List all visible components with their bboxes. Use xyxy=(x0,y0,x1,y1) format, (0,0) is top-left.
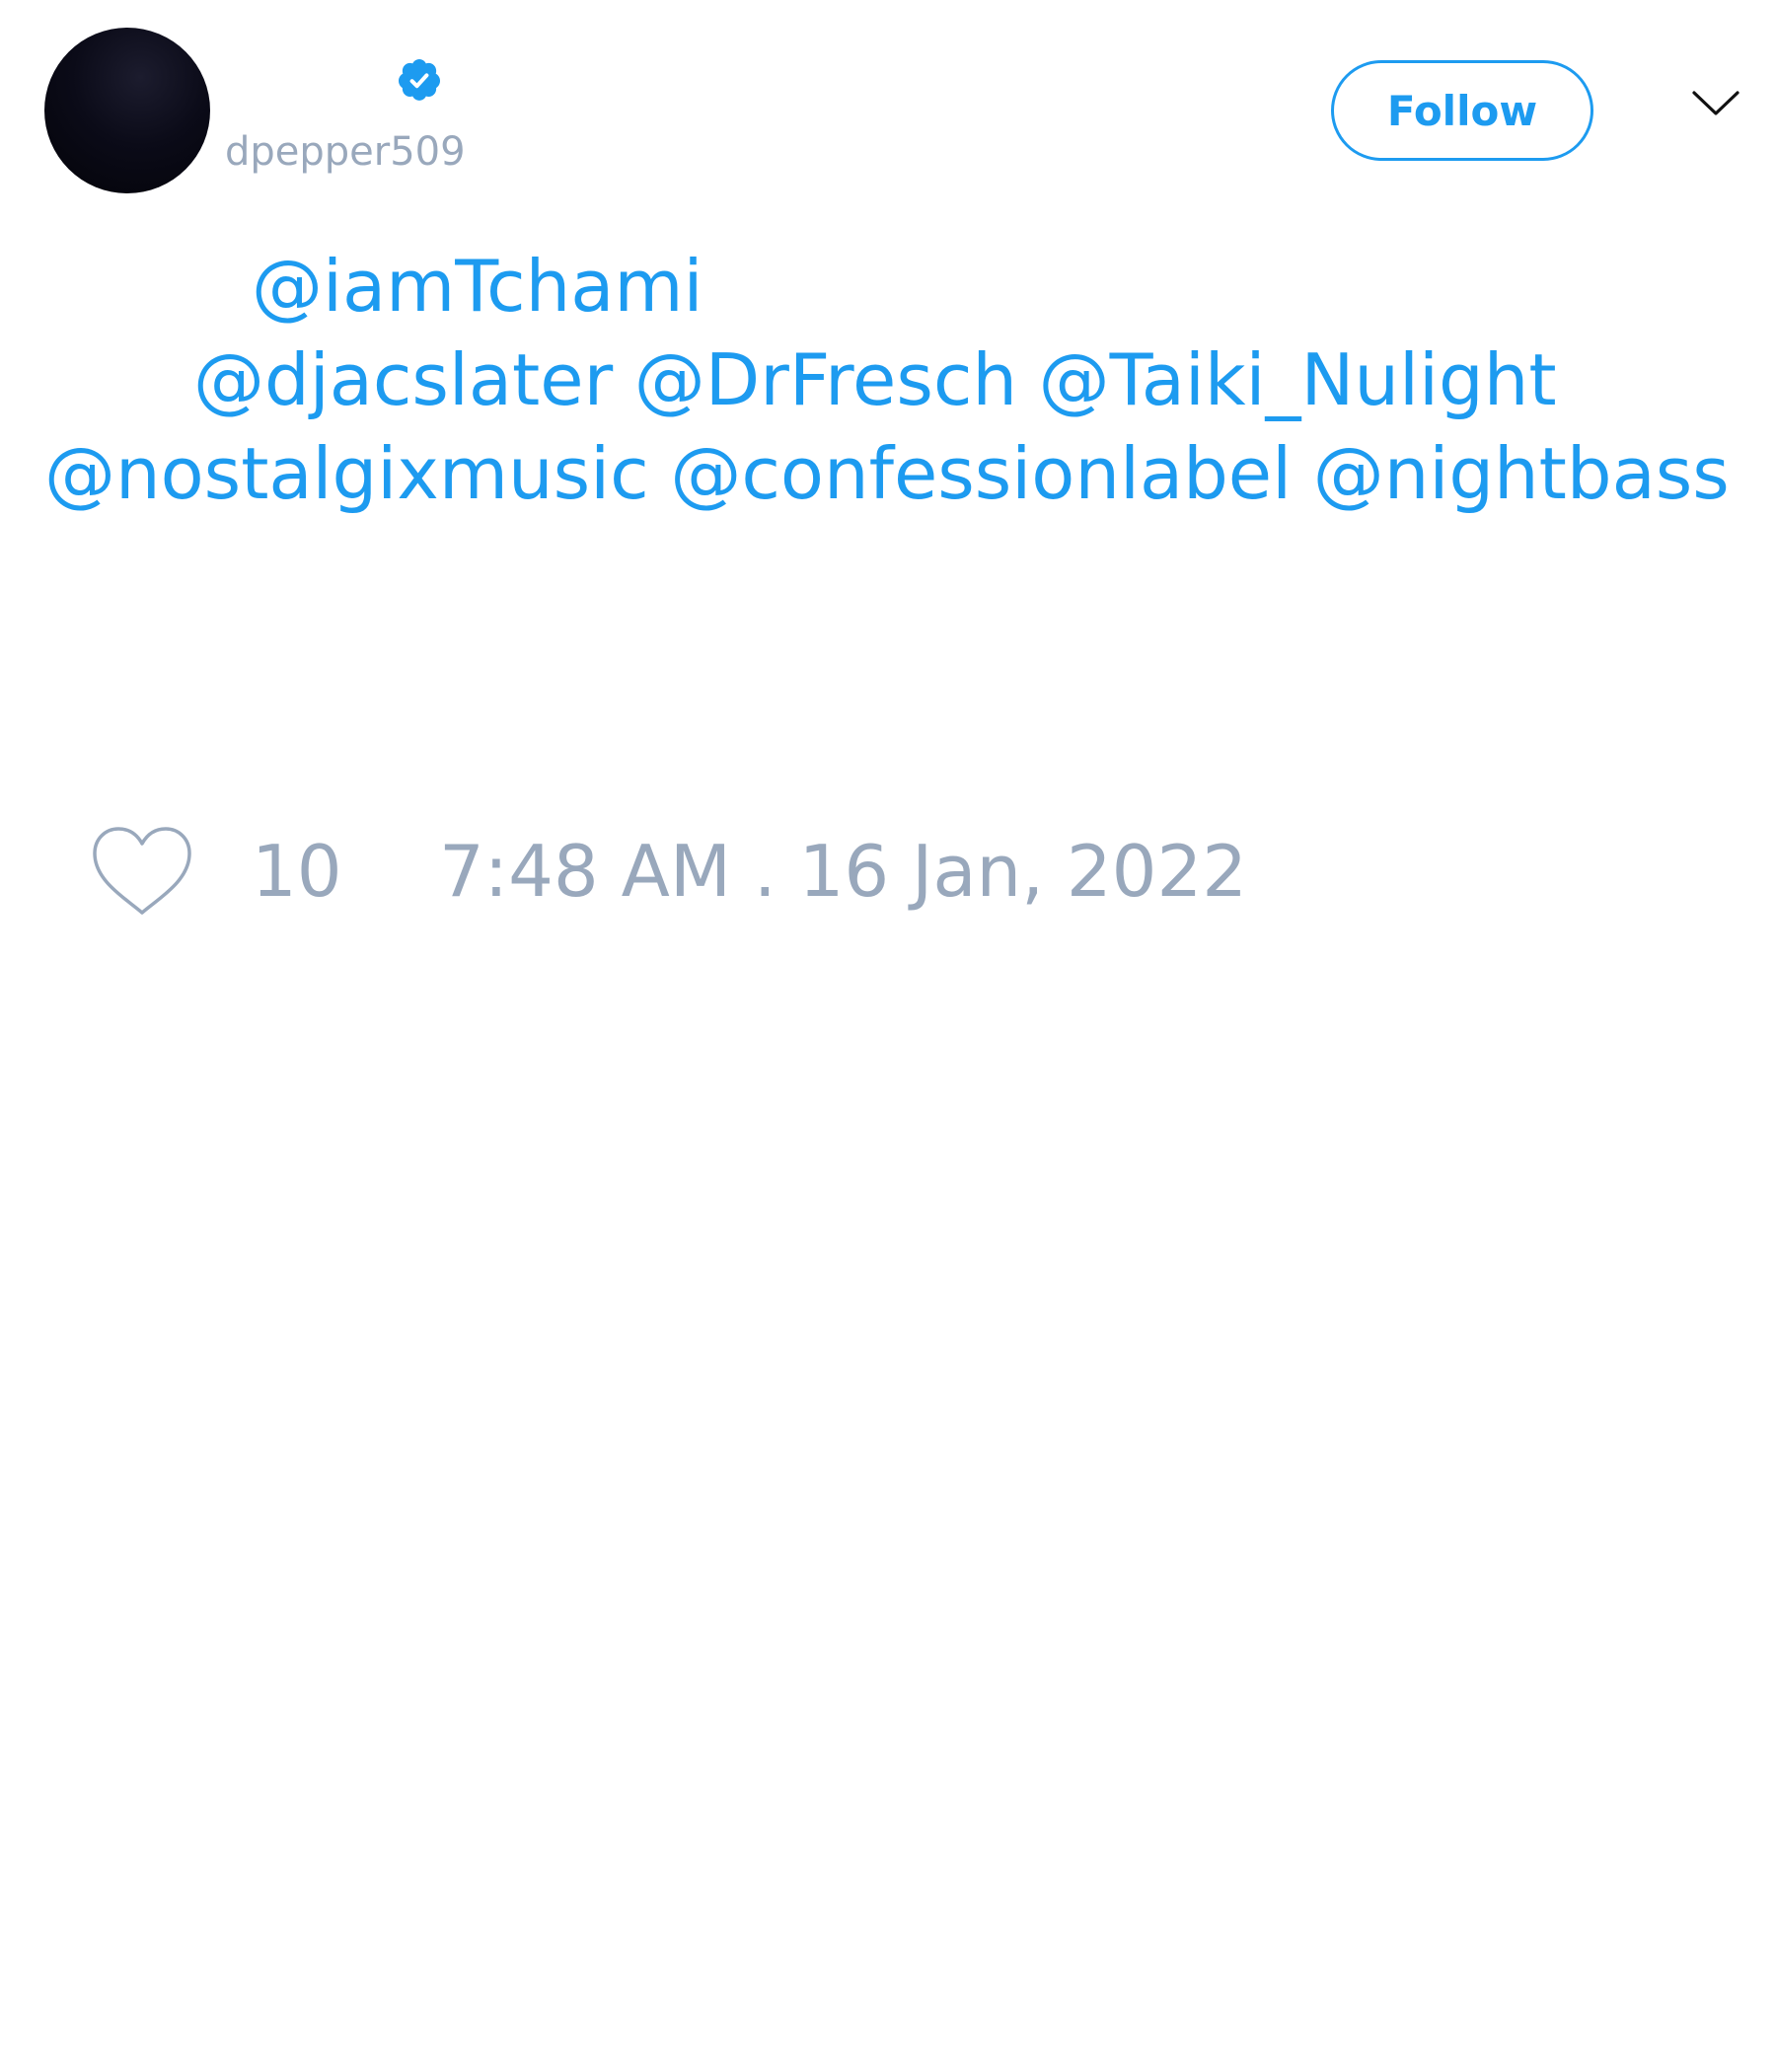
tweet-timestamp[interactable]: 7:48 AM . 16 Jan, 2022 xyxy=(439,827,1247,916)
tweet-line: @djacslater @DrFresch @Taiki_Nulight xyxy=(44,333,1741,427)
mention-link[interactable]: @nightbass xyxy=(1313,432,1730,515)
author-handle[interactable]: dpepper509 xyxy=(225,126,466,178)
mention-link[interactable]: @confessionlabel xyxy=(670,432,1292,515)
mention-link[interactable]: @djacslater xyxy=(193,338,613,421)
mention-link[interactable]: @Taiki_Nulight xyxy=(1039,338,1557,421)
chevron-down-icon[interactable] xyxy=(1691,89,1740,118)
avatar[interactable] xyxy=(44,28,210,193)
tweet-line: @nostalgixmusic @confessionlabel @nightbas… xyxy=(44,427,1741,521)
tweet-line: @iamTchami xyxy=(44,240,1741,333)
heart-icon[interactable] xyxy=(89,824,195,919)
like-count: 10 xyxy=(252,830,342,913)
verified-badge-icon xyxy=(399,59,440,101)
tweet-text: @iamTchami @djacslater @DrFresch @Taiki_Nu… xyxy=(44,240,1741,521)
mention-link[interactable]: @nostalgixmusic xyxy=(44,432,649,515)
mention-link[interactable]: @iamTchami xyxy=(252,245,703,328)
follow-button[interactable]: Follow xyxy=(1331,60,1593,161)
mention-link[interactable]: @DrFresch xyxy=(634,338,1017,421)
